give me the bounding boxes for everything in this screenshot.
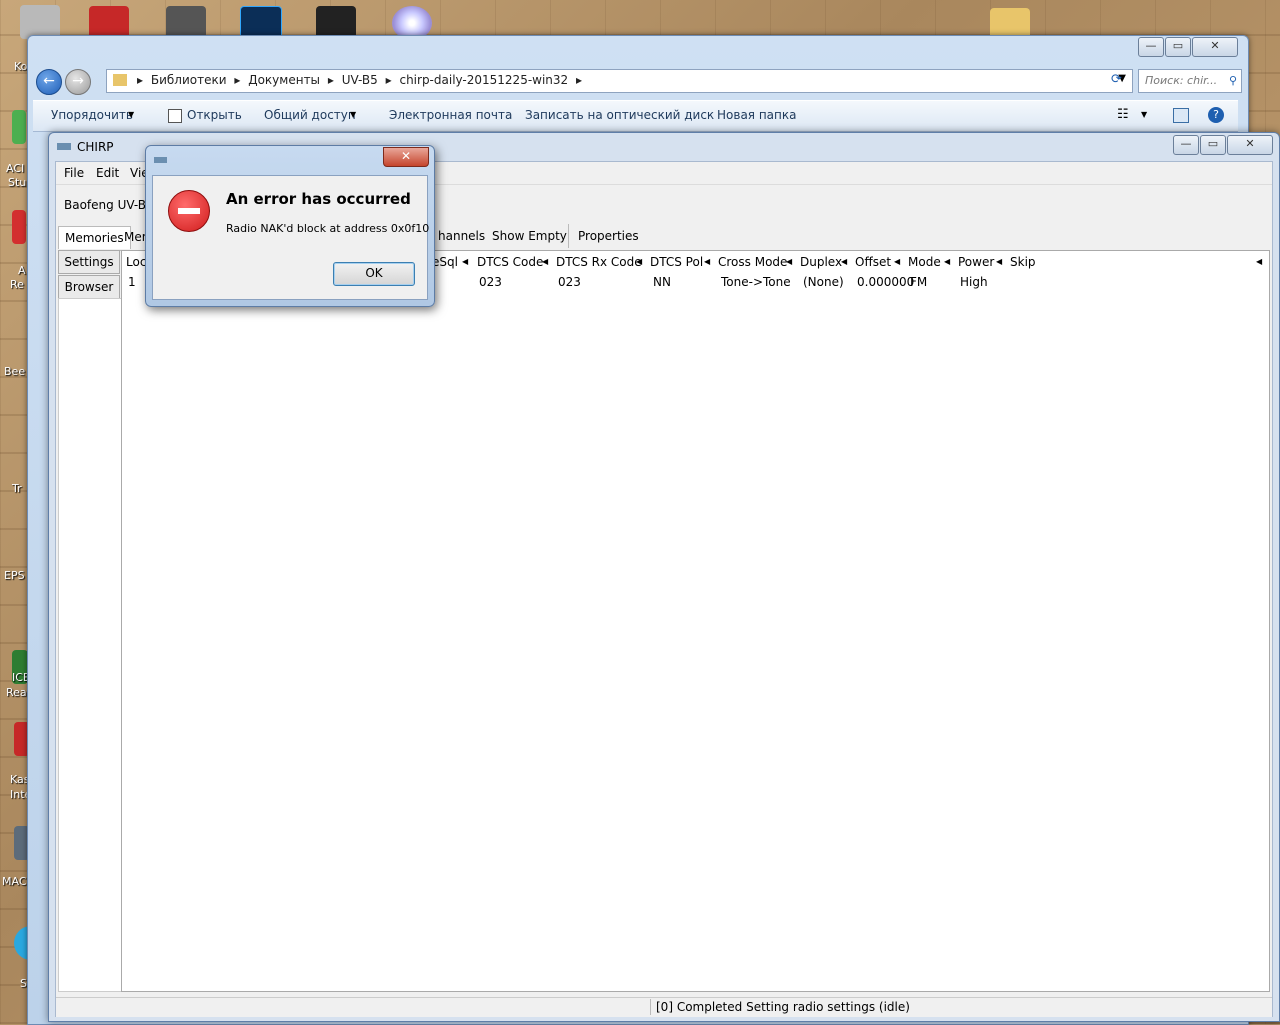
column-header[interactable]: DTCS Pol [650,255,703,269]
new-folder-button[interactable]: Новая папка [717,108,796,122]
address-bar[interactable]: ▸ Библиотеки ▸ Документы ▸ UV-B5 ▸ chirp… [106,69,1133,93]
chirp-app-icon [154,157,167,163]
column-header[interactable]: DTCS Code [477,255,543,269]
back-arrow-icon[interactable]: ← [36,69,62,95]
cell-dtcs-rx-code: 023 [558,275,581,289]
close-button[interactable]: ✕ [1227,135,1273,155]
desktop-app-icon[interactable] [12,210,26,244]
column-header[interactable]: Loc [126,255,146,269]
desktop-label: Tr [12,482,22,495]
show-empty-toggle[interactable]: Show Empty [492,229,567,243]
browser-button[interactable]: Browser [58,275,120,299]
desktop-label: Ko [14,60,28,73]
maximize-button[interactable]: ▭ [1200,135,1226,155]
command-bar: Упорядочить ▼ Открыть Общий доступ ▼ Эле… [33,100,1238,132]
chirp-app-icon [57,143,71,150]
sort-arrow-icon: ◀ [996,257,1003,266]
cell-loc: 1 [128,275,136,289]
status-bar: [0] Completed Setting radio settings (id… [56,997,1272,1017]
column-header[interactable]: DTCS Rx Code [556,255,642,269]
window-title: CHIRP [77,140,114,154]
error-dialog: ✕ An error has occurred Radio NAK'd bloc… [145,145,435,307]
close-button[interactable]: ✕ [383,147,429,167]
column-header[interactable]: Power [958,255,994,269]
desktop-label: A [18,264,26,277]
breadcrumb: ▸ Библиотеки ▸ Документы ▸ UV-B5 ▸ chirp… [137,73,583,87]
sort-arrow-icon: ◀ [894,257,901,266]
show-special-channels-toggle[interactable]: hannels [438,229,485,243]
divider [650,999,651,1015]
error-icon [168,190,210,232]
column-header[interactable]: Mode [908,255,941,269]
cell-mode: FM [910,275,928,289]
column-header[interactable]: Duplex [800,255,842,269]
cell-cross-mode: Tone->Tone [721,275,791,289]
sort-arrow-icon: ◀ [462,257,469,266]
desktop-app-icon[interactable] [12,110,26,144]
dialog-message: Radio NAK'd block at address 0x0f10 [226,222,430,235]
breadcrumb-item[interactable]: UV-B5 [342,73,378,87]
breadcrumb-item[interactable]: chirp-daily-20151225-win32 [399,73,568,87]
divider [568,224,569,248]
minimize-button[interactable]: — [1138,37,1164,57]
ok-button[interactable]: OK [333,262,415,286]
sort-arrow-icon: ◀ [1256,257,1263,266]
help-icon[interactable]: ? [1208,107,1224,123]
cell-offset: 0.000000 [857,275,915,289]
search-icon: ⚲ [1228,74,1237,87]
chevron-down-icon: ▼ [128,110,135,119]
column-header[interactable]: eSql [432,255,458,269]
close-button[interactable]: ✕ [1192,37,1238,57]
dialog-body: An error has occurred Radio NAK'd block … [152,175,430,300]
left-panel [58,298,122,992]
settings-button[interactable]: Settings [58,250,120,274]
menu-edit[interactable]: Edit [96,166,119,180]
refresh-icon[interactable]: ⟳ [1111,72,1122,87]
cell-power: High [960,275,988,289]
search-placeholder: Поиск: chir... [1145,74,1218,87]
chevron-down-icon: ▼ [350,110,357,119]
maximize-button[interactable]: ▭ [1165,37,1191,57]
desktop-label: Re [10,278,24,291]
open-icon [168,109,182,123]
burn-disc-button[interactable]: Записать на оптический диск [525,108,714,122]
column-header[interactable]: Cross Mode [718,255,787,269]
desktop-app-icon[interactable] [20,5,60,39]
properties-button[interactable]: Properties [578,229,639,243]
column-header[interactable]: Offset [855,255,891,269]
search-input[interactable]: Поиск: chir... ⚲ [1138,69,1242,93]
menu-file[interactable]: File [64,166,84,180]
column-header[interactable]: Skip [1010,255,1036,269]
preview-pane-icon[interactable] [1173,108,1189,123]
minimize-button[interactable]: — [1173,135,1199,155]
dialog-title: An error has occurred [226,190,411,208]
view-options-icon[interactable]: ☷ [1117,107,1129,122]
cell-dtcs-code: 023 [479,275,502,289]
email-button[interactable]: Электронная почта [389,108,512,122]
desktop-label: EPS [4,569,25,582]
desktop-label: ACI [6,162,25,175]
organize-button[interactable]: Упорядочить [51,108,133,122]
desktop-label: Stu [8,176,27,189]
breadcrumb-item[interactable]: Документы [248,73,320,87]
sort-arrow-icon: ◀ [841,257,848,266]
sort-arrow-icon: ◀ [636,257,643,266]
desktop-label: Bee [4,365,26,378]
chevron-down-icon[interactable]: ▼ [1141,110,1147,119]
folder-icon [113,74,127,86]
breadcrumb-item[interactable]: Библиотеки [151,73,227,87]
cell-duplex: (None) [803,275,844,289]
sort-arrow-icon: ◀ [786,257,793,266]
radio-tab-label[interactable]: Baofeng UV-B5: [64,198,158,212]
sort-arrow-icon: ◀ [944,257,951,266]
status-text: [0] Completed Setting radio settings (id… [656,1000,910,1014]
open-button[interactable]: Открыть [187,108,242,122]
sort-arrow-icon: ◀ [542,257,549,266]
forward-arrow-icon[interactable]: → [65,69,91,95]
sort-arrow-icon: ◀ [704,257,711,266]
cell-dtcs-pol: NN [653,275,671,289]
share-button[interactable]: Общий доступ [264,108,356,122]
memory-grid: Loc eSql ◀ DTCS Code ◀ DTCS Rx Code ◀ DT… [121,250,1270,992]
